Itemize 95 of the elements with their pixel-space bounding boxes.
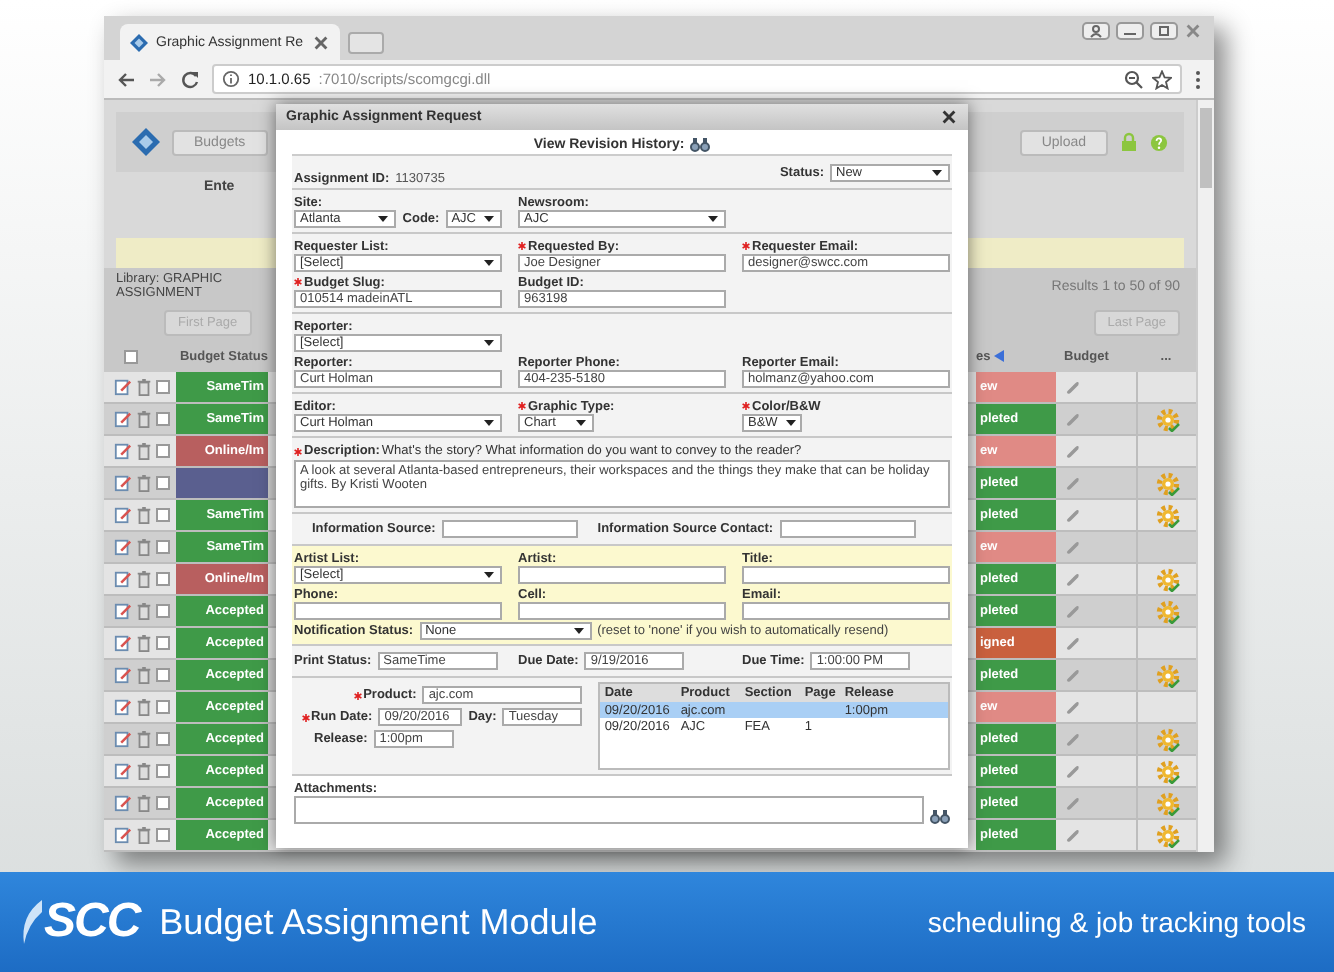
new-tab-button[interactable] [348, 32, 384, 54]
edit-icon[interactable] [114, 474, 132, 492]
binoculars-icon[interactable] [930, 808, 950, 824]
caret-icon [785, 420, 796, 426]
checkbox[interactable] [156, 540, 170, 554]
edit-icon[interactable] [114, 794, 132, 812]
checkbox[interactable] [156, 764, 170, 778]
checkbox[interactable] [156, 636, 170, 650]
caret-icon [484, 216, 494, 222]
caret-icon [484, 420, 494, 426]
caret-icon [576, 420, 586, 426]
checkbox[interactable] [156, 828, 170, 842]
text-field[interactable] [742, 602, 950, 620]
trash-icon[interactable] [136, 474, 152, 492]
trash-icon[interactable] [136, 826, 152, 844]
text-field[interactable] [518, 602, 726, 620]
checkbox[interactable] [156, 572, 170, 586]
edit-icon[interactable] [114, 506, 132, 524]
minimize-icon[interactable] [1116, 22, 1144, 40]
trash-icon[interactable] [136, 538, 152, 556]
trash-icon[interactable] [136, 506, 152, 524]
caret-icon [484, 572, 494, 578]
text-field[interactable] [294, 602, 502, 620]
star-icon[interactable] [1152, 69, 1172, 89]
gear-icon[interactable] [1155, 567, 1179, 591]
scrollbar[interactable] [1196, 100, 1214, 852]
text-field[interactable] [779, 520, 916, 538]
caret-icon [708, 216, 718, 222]
checkbox[interactable] [156, 476, 170, 490]
trash-icon[interactable] [136, 570, 152, 588]
checkbox[interactable] [156, 700, 170, 714]
gear-icon[interactable] [1155, 471, 1179, 495]
close-tab-icon[interactable] [312, 33, 330, 51]
sort-icon[interactable] [994, 350, 1005, 362]
gear-icon[interactable] [1155, 759, 1179, 783]
trash-icon[interactable] [136, 602, 152, 620]
close-window-icon[interactable] [1184, 22, 1202, 40]
gear-icon[interactable] [1155, 791, 1179, 815]
text-field[interactable] [742, 566, 950, 584]
binoculars-icon[interactable] [690, 136, 711, 152]
checkbox[interactable] [156, 604, 170, 618]
caret-icon [378, 216, 389, 222]
checkbox[interactable] [156, 732, 170, 746]
checkbox[interactable] [156, 668, 170, 682]
trash-icon[interactable] [136, 410, 152, 428]
gear-icon[interactable] [1155, 599, 1179, 623]
edit-icon[interactable] [114, 570, 132, 588]
edit-icon[interactable] [114, 666, 132, 684]
trash-icon[interactable] [136, 698, 152, 716]
menu-icon[interactable] [1194, 69, 1202, 89]
edit-icon[interactable] [114, 442, 132, 460]
text-field[interactable] [441, 520, 578, 538]
trash-icon[interactable] [136, 442, 152, 460]
gear-icon[interactable] [1155, 727, 1179, 751]
gear-icon[interactable] [1155, 503, 1179, 527]
attachments-field[interactable] [294, 796, 924, 824]
reload-icon[interactable] [180, 69, 200, 89]
favicon-icon [130, 33, 148, 51]
back-icon[interactable] [116, 69, 136, 89]
trash-icon[interactable] [136, 730, 152, 748]
edit-icon[interactable] [114, 538, 132, 556]
logo-text: SCC [44, 894, 140, 950]
edit-icon[interactable] [114, 602, 132, 620]
gear-icon[interactable] [1155, 663, 1179, 687]
user-icon[interactable] [1082, 22, 1110, 40]
checkbox[interactable] [156, 796, 170, 810]
close-icon[interactable] [940, 108, 958, 126]
forward-icon[interactable] [148, 69, 168, 89]
gear-icon[interactable] [1155, 407, 1179, 431]
checkbox[interactable] [124, 349, 138, 363]
edit-icon[interactable] [114, 634, 132, 652]
checkbox[interactable] [156, 412, 170, 426]
maximize-icon[interactable] [1150, 22, 1178, 40]
gear-icon[interactable] [1155, 823, 1179, 847]
zoom-icon[interactable] [1124, 69, 1144, 89]
trash-icon[interactable] [136, 794, 152, 812]
edit-icon[interactable] [114, 730, 132, 748]
banner-title: Budget Assignment Module [159, 901, 600, 943]
trash-icon[interactable] [136, 378, 152, 396]
banner-tagline: scheduling & job tracking tools [927, 906, 1306, 938]
checkbox[interactable] [156, 444, 170, 458]
edit-icon[interactable] [114, 826, 132, 844]
trash-icon[interactable] [136, 762, 152, 780]
edit-icon[interactable] [114, 410, 132, 428]
checkbox[interactable] [156, 380, 170, 394]
text-field[interactable] [518, 566, 726, 584]
help-icon[interactable] [1150, 133, 1168, 151]
logo-icon [132, 128, 160, 156]
info-icon[interactable] [222, 70, 240, 88]
edit-icon[interactable] [114, 698, 132, 716]
trash-icon[interactable] [136, 666, 152, 684]
edit-icon[interactable] [114, 762, 132, 780]
edit-icon[interactable] [114, 378, 132, 396]
checkbox[interactable] [156, 508, 170, 522]
trash-icon[interactable] [136, 634, 152, 652]
